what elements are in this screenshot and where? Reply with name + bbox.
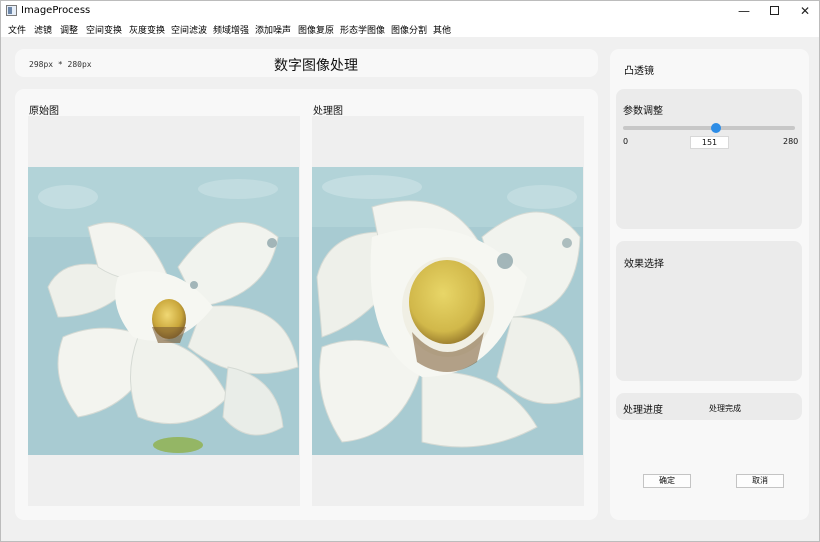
processed-image-label: 处理图 (313, 106, 343, 117)
params-label: 参数调整 (623, 106, 663, 117)
processed-image (312, 167, 583, 455)
menu-add-noise[interactable]: 添加噪声 (255, 23, 291, 36)
param-value-input[interactable]: 151 (690, 136, 729, 149)
slider-max-label: 280 (783, 137, 799, 146)
original-image (28, 167, 299, 455)
menu-bar: 文件 滤镜 调整 空间变换 灰度变换 空间滤波 频域增强 添加噪声 图像复原 形… (1, 21, 819, 37)
app-window: ImageProcess — ✕ 文件 滤镜 调整 空间变换 灰度变换 空间滤波… (0, 0, 820, 542)
minimize-button[interactable]: — (728, 1, 760, 21)
menu-adjust[interactable]: 调整 (60, 23, 78, 36)
menu-image-restore[interactable]: 图像复原 (298, 23, 334, 36)
page-title: 数字图像处理 (274, 58, 358, 74)
menu-morphology[interactable]: 形态学图像 (340, 23, 385, 36)
menu-file[interactable]: 文件 (8, 23, 26, 36)
menu-spatial-filter[interactable]: 空间滤波 (171, 23, 207, 36)
menu-filter[interactable]: 滤镜 (34, 23, 52, 36)
menu-spatial-transform[interactable]: 空间变换 (86, 23, 122, 36)
menu-segmentation[interactable]: 图像分割 (391, 23, 427, 36)
menu-grayscale-transform[interactable]: 灰度变换 (129, 23, 165, 36)
menu-frequency-enhance[interactable]: 频域增强 (213, 23, 249, 36)
effect-label: 效果选择 (624, 259, 664, 270)
maximize-icon (769, 6, 779, 15)
param-slider-thumb[interactable] (710, 123, 721, 133)
menu-other[interactable]: 其他 (433, 23, 451, 36)
progress-status: 处理完成 (709, 404, 741, 413)
window-title: ImageProcess (21, 5, 91, 16)
app-icon (6, 5, 17, 16)
progress-label: 处理进度 (623, 405, 663, 416)
original-image-label: 原始图 (29, 106, 59, 117)
filter-title: 凸透镜 (624, 66, 654, 77)
title-bar: ImageProcess — ✕ (1, 1, 819, 21)
ok-button[interactable]: 确定 (643, 474, 691, 488)
close-button[interactable]: ✕ (789, 1, 820, 21)
param-slider-track[interactable] (623, 126, 795, 130)
maximize-button[interactable] (758, 1, 790, 21)
slider-min-label: 0 (623, 137, 629, 146)
image-size-label: 298px * 280px (29, 60, 92, 69)
cancel-button[interactable]: 取消 (736, 474, 784, 488)
